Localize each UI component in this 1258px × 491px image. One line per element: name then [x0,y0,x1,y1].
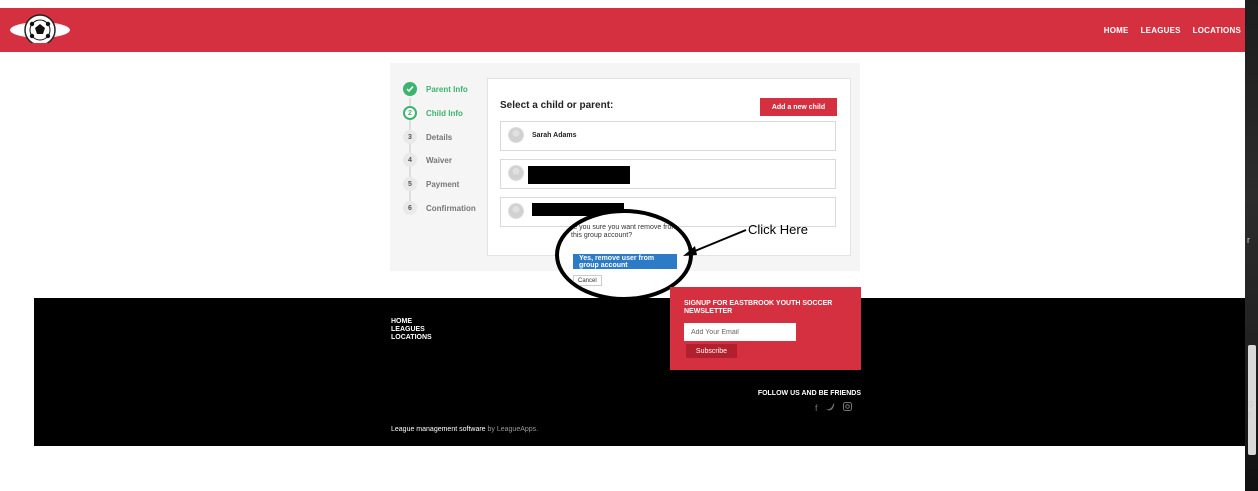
step-confirmation[interactable]: 6 Confirmation [403,201,476,215]
twitter-icon[interactable] [825,403,835,413]
step-child-info[interactable]: 2 Child Info [403,106,463,120]
step-label: Child Info [426,108,463,118]
social-links: f [815,402,852,413]
site-footer [34,298,1245,446]
check-icon [403,82,417,96]
follow-heading: FOLLOW US AND BE FRIENDS [757,390,861,397]
annotation-text: Click Here [748,222,808,237]
member-row-sarah-adams[interactable]: Sarah Adams [500,121,836,151]
step-label: Parent Info [426,84,468,94]
leagueapps-link[interactable]: by LeagueApps. [488,426,539,433]
step-number: 3 [403,130,417,144]
step-label: Payment [426,179,460,189]
step-waiver[interactable]: 4 Waiver [403,153,452,167]
nav-home-link[interactable]: HOME [1104,26,1129,35]
confirm-remove-button[interactable]: Yes, remove user from group account [573,254,677,269]
cancel-button[interactable]: Cancel [573,275,602,286]
instagram-icon[interactable] [842,402,852,413]
step-label: Confirmation [426,203,476,213]
remove-confirm-text: re you sure you want remove from this gr… [571,224,678,239]
site-header: HOME LEAGUES LOCATIONS [0,8,1245,52]
edge-glyph: g [1248,398,1254,408]
footer-home-link[interactable]: HOME [391,318,432,326]
step-number: 4 [403,153,417,167]
footer-leagues-link[interactable]: LEAGUES [391,326,432,334]
add-new-child-button[interactable]: Add a new child [760,98,837,116]
right-edge-background [1245,0,1258,491]
step-number: 2 [403,106,417,120]
step-number: 5 [403,177,417,191]
top-strip [0,0,1245,8]
avatar-icon [508,127,524,143]
page: { "header": { "nav": ["HOME", "LEAGUES",… [0,0,1258,491]
edge-glyph: f [1248,410,1251,420]
footer-credit: League management software by LeagueApps… [391,426,538,433]
step-payment[interactable]: 5 Payment [403,177,459,191]
member-name: Sarah Adams [532,132,577,139]
avatar-icon [508,165,524,181]
avatar-icon [508,203,524,219]
nav-leagues-link[interactable]: LEAGUES [1141,26,1181,35]
annotation-arrow [683,229,747,256]
member-row-redacted[interactable] [500,159,836,189]
newsletter-title: SIGNUP FOR EASTBROOK YOUTH SOCCER NEWSLE… [684,300,833,315]
step-label: Details [426,132,453,142]
step-number: 6 [403,201,417,215]
credit-text: League management software [391,426,486,433]
footer-nav: HOME LEAGUES LOCATIONS [391,318,432,342]
club-logo[interactable] [8,10,72,50]
step-parent-info[interactable]: Parent Info [403,82,468,96]
card-title: Select a child or parent: [500,100,614,111]
main-nav: HOME LEAGUES LOCATIONS [1104,8,1241,52]
subscribe-button[interactable]: Subscribe [686,344,737,358]
edge-glyph: r [1247,235,1250,245]
facebook-icon[interactable]: f [815,403,818,413]
email-field[interactable] [684,323,796,341]
step-details[interactable]: 3 Details [403,130,452,144]
footer-locations-link[interactable]: LOCATIONS [391,334,432,342]
nav-locations-link[interactable]: LOCATIONS [1193,26,1241,35]
redacted-name [528,166,630,184]
step-label: Waiver [426,155,452,165]
